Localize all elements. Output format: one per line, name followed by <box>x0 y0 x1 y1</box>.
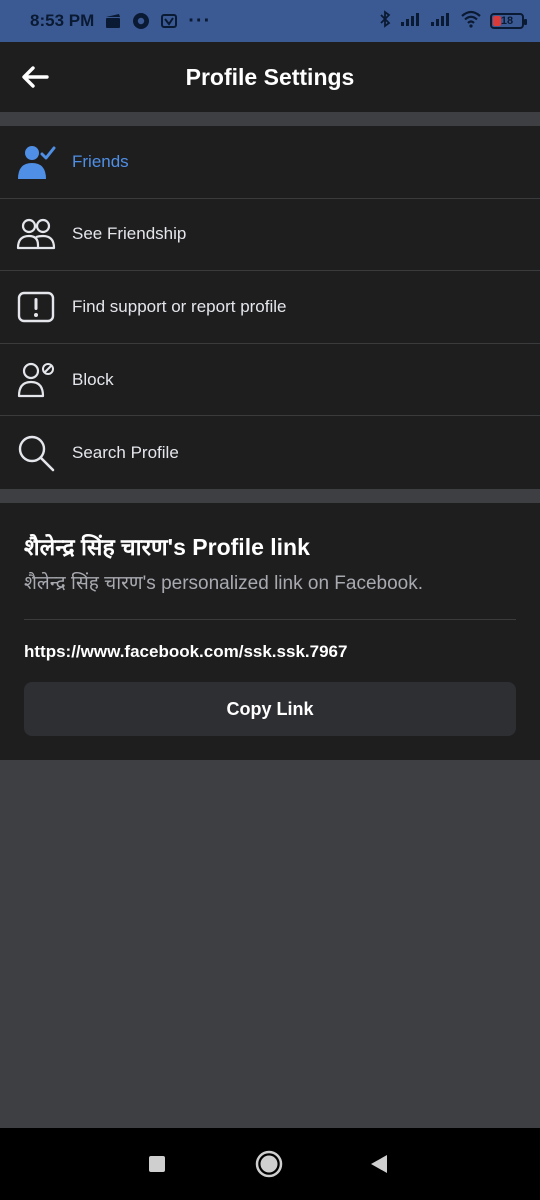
menu-item-report[interactable]: Find support or report profile <box>0 271 540 344</box>
signal-icon <box>430 11 452 32</box>
menu-label-search-profile: Search Profile <box>72 442 179 462</box>
section-divider <box>0 489 540 503</box>
search-icon <box>16 433 56 473</box>
menu-item-search-profile[interactable]: Search Profile <box>0 416 540 489</box>
header-bar: Profile Settings <box>0 42 540 112</box>
profile-link-title: शैलेन्द्र सिंह चारण's Profile link <box>24 534 310 560</box>
bluetooth-icon <box>378 9 392 33</box>
menu-item-see-friendship[interactable]: See Friendship <box>0 199 540 272</box>
battery-icon: 18 <box>490 13 527 29</box>
app-icon <box>160 12 178 30</box>
two-people-icon <box>16 214 56 254</box>
back-nav-button[interactable] <box>364 1149 394 1179</box>
profile-link-subtitle: शैलेन्द्र सिंह चारण's personalized link … <box>24 573 424 594</box>
back-arrow-icon[interactable] <box>21 66 49 88</box>
more-dots: ··· <box>188 9 212 32</box>
clapper-icon <box>104 12 122 30</box>
report-exclamation-icon <box>16 287 56 327</box>
recents-button[interactable] <box>142 1149 172 1179</box>
home-button[interactable] <box>254 1149 284 1179</box>
wifi-icon <box>460 10 482 33</box>
page-title: Profile Settings <box>185 63 355 90</box>
profile-link-section: शैलेन्द्र सिंह चारण's Profile link शैलेन… <box>0 503 540 760</box>
section-divider <box>0 112 540 126</box>
block-person-icon <box>16 360 56 400</box>
chrome-icon <box>132 12 150 30</box>
status-time: 8:53 PM <box>30 11 95 30</box>
signal-icon <box>400 11 422 32</box>
menu-item-friends[interactable]: Friends <box>0 126 540 199</box>
settings-menu: Friends See Friendship Find support or r… <box>0 126 540 489</box>
menu-item-block[interactable]: Block <box>0 344 540 417</box>
recents-square-icon[interactable] <box>147 1154 167 1174</box>
profile-link-url[interactable]: https://www.facebook.com/ssk.ssk.7967 <box>24 642 347 662</box>
divider <box>24 619 516 620</box>
copy-link-button[interactable]: Copy Link <box>24 682 516 736</box>
back-triangle-icon[interactable] <box>368 1153 390 1175</box>
menu-label-see-friendship: See Friendship <box>72 224 187 244</box>
home-circle-icon[interactable] <box>254 1149 284 1179</box>
friends-check-icon <box>16 142 56 182</box>
back-button[interactable] <box>18 62 52 92</box>
menu-label-friends: Friends <box>72 151 129 171</box>
system-nav-bar <box>0 1128 540 1200</box>
menu-label-report: Find support or report profile <box>72 296 287 316</box>
status-bar: 8:53 PM ··· 18 <box>0 0 540 42</box>
battery-level: 18 <box>500 15 514 27</box>
menu-label-block: Block <box>72 369 114 389</box>
